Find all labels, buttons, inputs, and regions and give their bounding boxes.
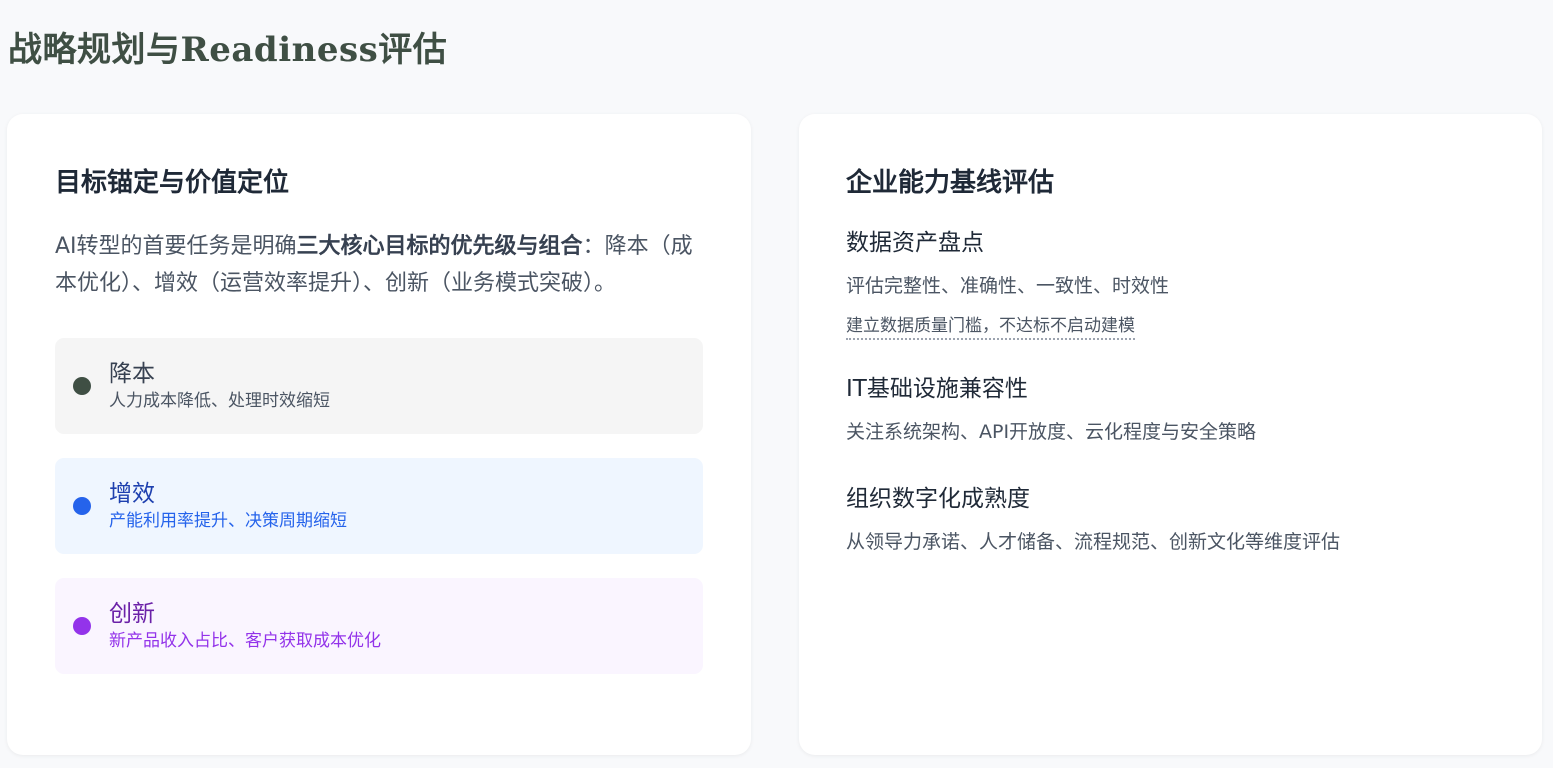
section-title: 组织数字化成熟度 (846, 486, 1030, 512)
section-digital-maturity: 组织数字化成熟度 从领导力承诺、人才储备、流程规范、创新文化等维度评估 (846, 482, 1494, 556)
bullet-dot-icon (73, 617, 91, 635)
goal-item-cost-reduction: 降本 人力成本降低、处理时效缩短 (55, 338, 703, 434)
goal-label: 创新 (109, 601, 155, 627)
goal-text: 降本 人力成本降低、处理时效缩短 (109, 360, 330, 412)
goal-description: 人力成本降低、处理时效缩短 (109, 391, 330, 411)
goal-description: 产能利用率提升、决策周期缩短 (109, 511, 347, 531)
intro-text-emphasis: 三大核心目标的优先级与组合 (296, 234, 583, 259)
card-title: 目标锚定与价值定位 (55, 168, 290, 198)
goal-item-innovation: 创新 新产品收入占比、客户获取成本优化 (55, 578, 703, 674)
section-description: 从领导力承诺、人才储备、流程规范、创新文化等维度评估 (846, 531, 1341, 553)
goal-label: 增效 (109, 481, 155, 507)
page-title: 战略规划与Readiness评估 (8, 30, 448, 70)
section-it-infrastructure: IT基础设施兼容性 关注系统架构、API开放度、云化程度与安全策略 (846, 372, 1494, 446)
card-title: 企业能力基线评估 (846, 168, 1055, 198)
goal-description: 新产品收入占比、客户获取成本优化 (109, 631, 381, 651)
section-title: 数据资产盘点 (846, 230, 984, 256)
section-description: 关注系统架构、API开放度、云化程度与安全策略 (846, 421, 1257, 443)
goal-positioning-card: 目标锚定与价值定位 AI转型的首要任务是明确三大核心目标的优先级与组合：降本（成… (7, 114, 751, 755)
intro-text-start: AI转型的首要任务是明确 (55, 234, 297, 259)
goal-text: 增效 产能利用率提升、决策周期缩短 (109, 480, 347, 532)
intro-text: AI转型的首要任务是明确三大核心目标的优先级与组合：降本（成本优化）、增效（运营… (55, 228, 703, 302)
bullet-dot-icon (73, 497, 91, 515)
capability-baseline-card: 企业能力基线评估 数据资产盘点 评估完整性、准确性、一致性、时效性 建立数据质量… (799, 114, 1542, 755)
section-data-assets: 数据资产盘点 评估完整性、准确性、一致性、时效性 建立数据质量门槛，不达标不启动… (846, 226, 1494, 340)
goal-item-efficiency: 增效 产能利用率提升、决策周期缩短 (55, 458, 703, 554)
section-title: IT基础设施兼容性 (846, 376, 1028, 402)
bullet-dot-icon (73, 377, 91, 395)
goal-label: 降本 (109, 361, 155, 387)
goal-list: 降本 人力成本降低、处理时效缩短 增效 产能利用率提升、决策周期缩短 创新 新产… (55, 338, 703, 674)
goal-text: 创新 新产品收入占比、客户获取成本优化 (109, 600, 381, 652)
section-description: 评估完整性、准确性、一致性、时效性 (846, 275, 1170, 297)
section-note: 建立数据质量门槛，不达标不启动建模 (846, 314, 1135, 340)
